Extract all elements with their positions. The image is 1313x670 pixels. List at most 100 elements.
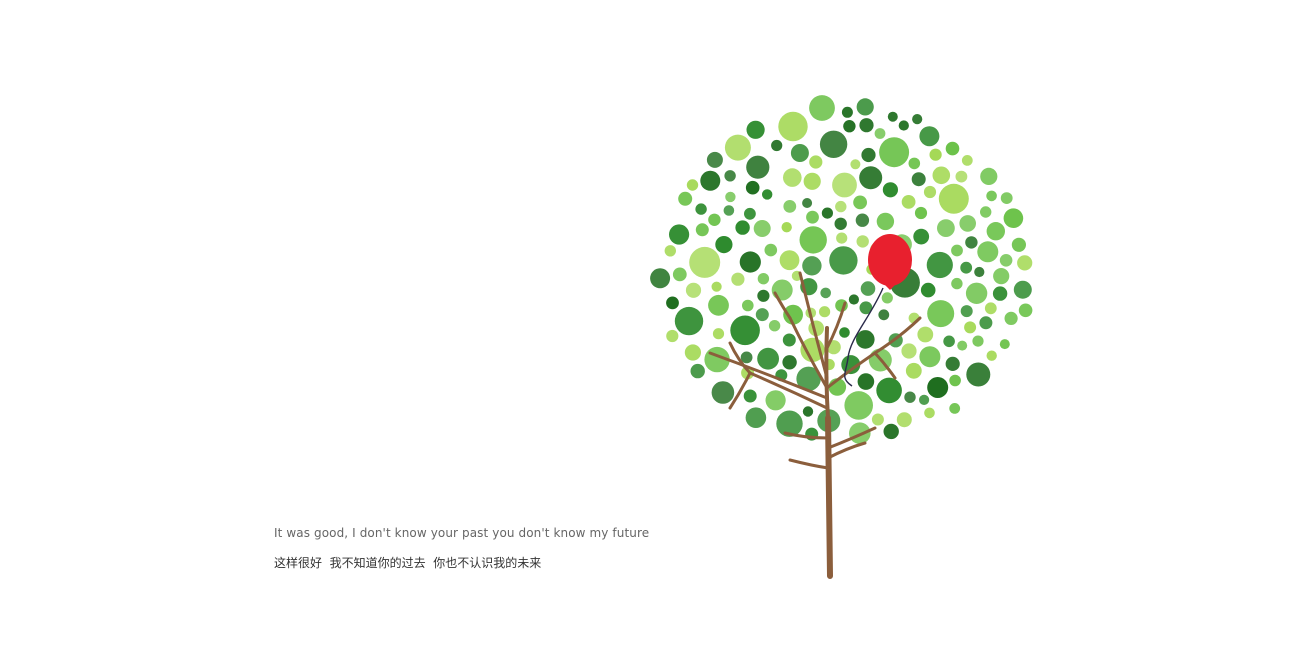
leaf-dot bbox=[919, 346, 941, 368]
leaf-dot bbox=[923, 185, 937, 199]
leaf-dot bbox=[802, 198, 813, 208]
leaf-dot bbox=[986, 222, 1005, 241]
leaf-dot bbox=[843, 120, 856, 133]
leaf-dot bbox=[666, 296, 679, 310]
leaf-dot bbox=[898, 120, 909, 131]
leaf-dot bbox=[834, 217, 847, 230]
leaf-dot bbox=[684, 344, 701, 361]
leaf-dot bbox=[926, 251, 953, 279]
leaf-dot bbox=[883, 423, 899, 440]
leaf-dot bbox=[1017, 255, 1033, 271]
leaf-dot bbox=[672, 267, 687, 282]
leaf-dot bbox=[783, 200, 797, 213]
leaf-dot bbox=[819, 306, 831, 318]
leaf-dot bbox=[927, 377, 949, 398]
leaf-dot bbox=[1013, 280, 1032, 299]
leaf-dot bbox=[744, 207, 756, 220]
leaf-dot bbox=[874, 128, 886, 139]
leaf-dot bbox=[746, 120, 765, 139]
leaf-dot bbox=[841, 106, 853, 118]
leaf-dot bbox=[743, 389, 757, 403]
leaf-dot bbox=[945, 356, 960, 371]
leaf-dot bbox=[855, 213, 870, 227]
leaf-dot bbox=[706, 151, 723, 168]
leaf-dot bbox=[689, 246, 721, 278]
leaf-dot bbox=[848, 294, 859, 305]
leaf-dot bbox=[896, 412, 912, 428]
leaf-dot bbox=[965, 282, 988, 304]
leaf-dot bbox=[949, 374, 961, 387]
leaf-dot bbox=[938, 183, 969, 214]
leaf-dot bbox=[806, 210, 819, 224]
leaf-dot bbox=[999, 254, 1013, 267]
leaf-dot bbox=[1000, 192, 1013, 204]
leaf-dot bbox=[856, 235, 869, 248]
leaf-dot bbox=[755, 308, 769, 322]
leaf-dot bbox=[860, 281, 876, 296]
leaf-dot bbox=[850, 159, 861, 170]
leaf-dot bbox=[861, 147, 876, 163]
page-canvas: It was good, I don't know your past you … bbox=[0, 0, 1313, 670]
leaf-dot bbox=[746, 155, 770, 179]
leaf-dot bbox=[964, 321, 977, 334]
leaf-dot bbox=[690, 363, 705, 379]
leaf-dot bbox=[724, 134, 751, 161]
leaf-dot bbox=[951, 277, 963, 290]
leaf-dot bbox=[757, 289, 770, 302]
leaf-dot bbox=[984, 302, 997, 315]
leaf-dot bbox=[745, 407, 767, 429]
leaf-dot bbox=[712, 328, 725, 340]
leaf-dot bbox=[957, 340, 968, 351]
leaf-dot bbox=[686, 179, 699, 191]
leaf-dot bbox=[799, 226, 827, 254]
leaf-dot bbox=[782, 333, 796, 347]
leaf-dot bbox=[695, 203, 707, 215]
leaf-dot bbox=[715, 236, 733, 254]
leaf-dot bbox=[745, 180, 760, 195]
leaf-dot bbox=[979, 316, 993, 330]
leaf-dot bbox=[771, 279, 793, 301]
leaf-dot bbox=[912, 114, 923, 125]
leaf-dot bbox=[959, 215, 976, 232]
leaf-dot bbox=[832, 172, 857, 198]
leaf-dot bbox=[1004, 311, 1018, 325]
leaf-dot bbox=[974, 266, 985, 278]
leaf-dot bbox=[844, 391, 873, 420]
leaf-dot bbox=[932, 166, 951, 185]
leaf-dot bbox=[980, 167, 998, 185]
leaf-dot bbox=[878, 309, 890, 321]
leaf-dot bbox=[908, 157, 921, 170]
leaf-dot bbox=[764, 243, 778, 257]
leaf-dot bbox=[765, 390, 786, 411]
leaf-dot bbox=[685, 282, 702, 298]
leaf-dot bbox=[771, 139, 783, 152]
leaf-dot bbox=[650, 268, 671, 289]
leaf-dot bbox=[730, 315, 760, 346]
leaf-dot bbox=[859, 118, 874, 133]
leaf-dot bbox=[809, 95, 835, 121]
tree-illustration bbox=[650, 95, 1033, 579]
leaf-dot bbox=[871, 413, 884, 426]
leaf-dot bbox=[856, 330, 875, 349]
leaf-dot bbox=[980, 206, 992, 218]
leaf-dot bbox=[881, 292, 893, 304]
leaf-dot bbox=[876, 377, 902, 404]
leaf-dot bbox=[731, 272, 745, 286]
leaf-dot bbox=[949, 403, 961, 414]
leaf-dot bbox=[768, 320, 781, 332]
leaf-dot bbox=[781, 222, 792, 233]
leaf-dot bbox=[711, 281, 722, 292]
leaf-dot bbox=[1003, 208, 1024, 228]
leaf-dot bbox=[919, 394, 930, 405]
leaf-dot bbox=[782, 355, 797, 370]
leaf-dot bbox=[920, 282, 936, 298]
leaf-dot bbox=[739, 251, 761, 273]
leaf-dot bbox=[937, 219, 955, 238]
leaf-dot bbox=[859, 166, 883, 190]
leaf-dot bbox=[757, 273, 770, 285]
leaf-dot bbox=[742, 299, 754, 312]
leaf-dot bbox=[913, 228, 930, 245]
leaf-dot bbox=[876, 212, 895, 231]
leaf-dot bbox=[666, 329, 679, 343]
leaf-dot bbox=[790, 144, 809, 162]
